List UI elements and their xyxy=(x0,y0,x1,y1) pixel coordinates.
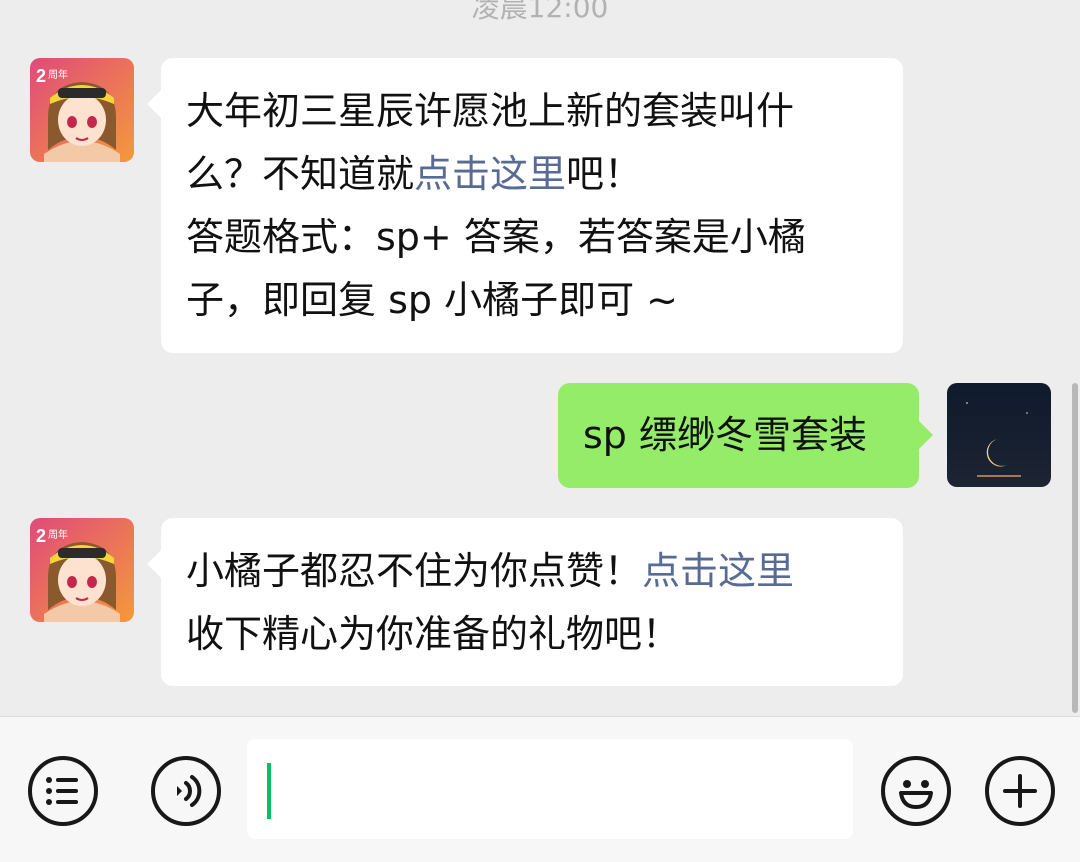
more-button[interactable] xyxy=(985,756,1055,826)
moon-night-avatar-icon xyxy=(947,383,1051,487)
message-line: 么？不知道就点击这里吧！ xyxy=(186,143,881,206)
message-text: 收下精心为你准备的礼物吧！ xyxy=(186,612,681,656)
sender-avatar[interactable]: 2 周年 xyxy=(30,518,134,622)
received-message-bubble[interactable]: 大年初三星辰许愿池上新的套装叫什 么？不知道就点击这里吧！ 答题格式：sp+ 答… xyxy=(147,58,903,353)
message-text: 么？不知道就 xyxy=(186,152,415,196)
input-bar xyxy=(0,716,1080,862)
qq-speed-avatar-icon: 2 周年 xyxy=(30,58,134,162)
voice-icon xyxy=(177,775,202,807)
my-avatar[interactable] xyxy=(947,383,1051,487)
svg-text:2: 2 xyxy=(36,66,46,86)
message-text: sp 缥缈冬雪套装 xyxy=(583,413,867,457)
svg-text:周年: 周年 xyxy=(48,528,68,541)
svg-text:2: 2 xyxy=(36,526,46,546)
message-text: 大年初三星辰许愿池上新的套装叫什 xyxy=(186,89,795,133)
svg-text:周年: 周年 xyxy=(48,68,68,81)
message-line: 子，即回复 sp 小橘子即可 ~ xyxy=(186,269,881,332)
message-text: 吧！ xyxy=(566,152,643,196)
sender-avatar[interactable]: 2 周年 xyxy=(30,58,134,162)
click-here-link[interactable]: 点击这里 xyxy=(642,549,794,593)
plus-icon xyxy=(1003,774,1037,808)
emoji-button[interactable] xyxy=(881,756,951,826)
text-caret xyxy=(267,763,271,819)
click-here-link[interactable]: 点击这里 xyxy=(414,152,566,196)
message-timestamp: 凌晨12:00 xyxy=(471,0,609,24)
received-message-bubble[interactable]: 小橘子都忍不住为你点赞！点击这里 收下精心为你准备的礼物吧！ xyxy=(147,518,903,686)
message-text: 小橘子都忍不住为你点赞！ xyxy=(186,549,643,593)
message-line: 答题格式：sp+ 答案，若答案是小橘 xyxy=(186,206,881,269)
menu-button[interactable] xyxy=(28,756,98,826)
sent-message-bubble[interactable]: sp 缥缈冬雪套装 xyxy=(558,383,933,488)
chat-scrollbar[interactable] xyxy=(1072,383,1078,713)
message-input[interactable] xyxy=(247,739,853,839)
message-line: 小橘子都忍不住为你点赞！点击这里 xyxy=(186,540,881,603)
qq-speed-avatar-icon: 2 周年 xyxy=(30,518,134,622)
menu-list-icon xyxy=(46,777,78,805)
message-line: 大年初三星辰许愿池上新的套装叫什 xyxy=(186,80,881,143)
message-text: 答题格式：sp+ 答案，若答案是小橘 xyxy=(186,215,806,259)
message-text: 子，即回复 sp 小橘子即可 ~ xyxy=(186,278,678,322)
voice-button[interactable] xyxy=(151,756,221,826)
emoji-icon xyxy=(899,780,933,809)
message-line: 收下精心为你准备的礼物吧！ xyxy=(186,603,881,666)
